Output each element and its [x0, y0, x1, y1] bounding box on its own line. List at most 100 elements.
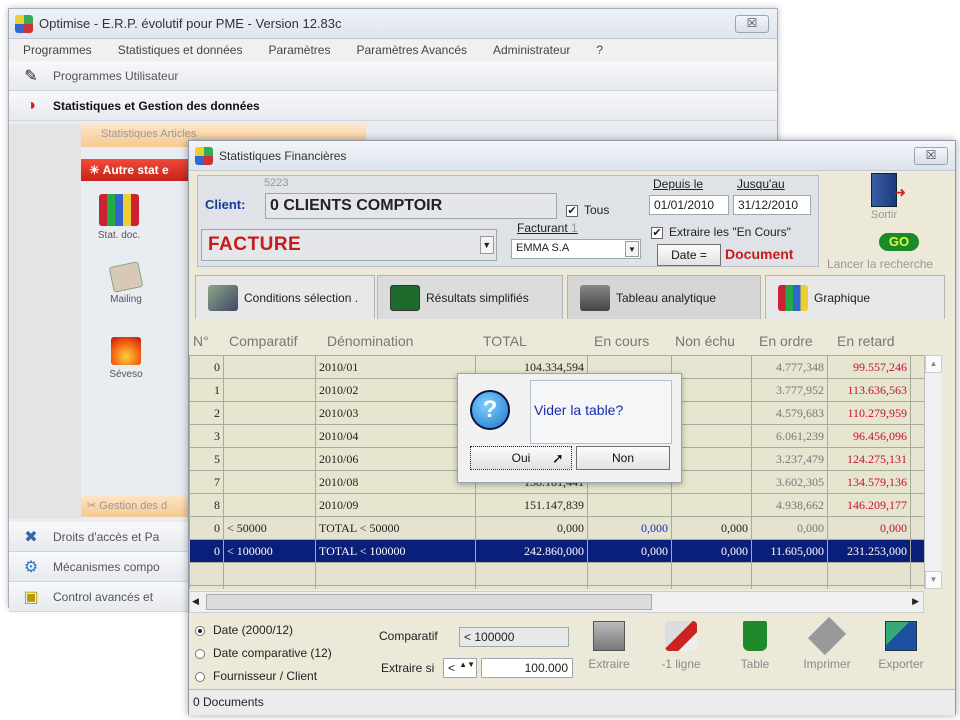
cell-nonechu[interactable]: 0,000 — [671, 516, 752, 540]
cell-ordre[interactable]: 3.237,479 — [751, 447, 828, 471]
tool-mailing[interactable]: Mailing — [91, 261, 161, 305]
cell-denom[interactable]: TOTAL < 50000 — [315, 516, 476, 540]
table-row[interactable]: 0 < 100000 TOTAL < 100000 242.860,000 0,000 0… — [189, 539, 924, 563]
dropdown-arrow-icon[interactable]: ▼ — [480, 236, 494, 254]
dialog-close-button[interactable]: ☒ — [914, 147, 948, 165]
col-header-en-ordre[interactable]: En ordre — [759, 333, 813, 349]
cell-nonechu[interactable] — [671, 424, 752, 448]
cell-ordre[interactable]: 11.605,000 — [751, 539, 828, 563]
cell-retard[interactable]: 113.636,563 — [827, 378, 911, 402]
tab-resultats-simplifies[interactable]: Résultats simplifiés — [377, 275, 563, 319]
cell-ordre[interactable]: 0,000 — [751, 516, 828, 540]
cell-nonechu[interactable] — [671, 355, 752, 379]
cell-comp[interactable] — [223, 401, 316, 425]
tool-stat-doc[interactable]: Stat. doc. — [84, 194, 154, 241]
cell-n[interactable]: 3 — [189, 424, 224, 448]
cell-denom[interactable]: 2010/03 — [315, 401, 476, 425]
scroll-thumb[interactable] — [206, 594, 652, 610]
radio-fournisseur-client[interactable]: Fournisseur / Client — [195, 669, 317, 683]
extraire-en-cours-checkbox[interactable]: ✔ Extraire les "En Cours" — [651, 225, 791, 239]
main-close-button[interactable]: ☒ — [735, 15, 769, 33]
facturant-select[interactable]: EMMA S.A ▼ — [511, 239, 641, 259]
dropdown-arrow-icon[interactable]: ▼ — [625, 241, 639, 257]
col-header-total[interactable]: TOTAL — [483, 333, 527, 349]
menu-statistiques[interactable]: Statistiques et données — [118, 43, 243, 57]
cell-ordre[interactable]: 3.602,305 — [751, 470, 828, 494]
col-header-denomination[interactable]: Dénomination — [327, 333, 413, 349]
cell-n[interactable]: 7 — [189, 470, 224, 494]
nav-programmes-utilisateur[interactable]: ✎ Programmes Utilisateur — [9, 61, 777, 91]
imprimer-button[interactable]: Imprimer — [797, 616, 857, 671]
menu-parametres-avances[interactable]: Paramètres Avancés — [356, 43, 467, 57]
cell-total[interactable]: 151.147,839 — [475, 493, 588, 517]
cell-n[interactable]: 0 — [189, 355, 224, 379]
go-button[interactable]: GO — [879, 233, 919, 251]
nav-gestion-donnees[interactable]: ✂ Gestion des d — [81, 495, 199, 517]
cell-nonechu[interactable] — [671, 493, 752, 517]
tab-graphique[interactable]: Graphique — [765, 275, 945, 319]
cell-nonechu[interactable] — [671, 447, 752, 471]
cell-retard[interactable]: 110.279,959 — [827, 401, 911, 425]
cell-comp[interactable] — [223, 424, 316, 448]
cell-ordre[interactable]: 6.061,239 — [751, 424, 828, 448]
nav-droits-acces[interactable]: ✖ Droits d'accès et Pa — [9, 522, 189, 552]
cell-total[interactable]: 242.860,000 — [475, 539, 588, 563]
cell-ordre[interactable]: 3.777,952 — [751, 378, 828, 402]
cell-nonechu[interactable] — [671, 378, 752, 402]
nav-mecanismes[interactable]: ⚙ Mécanismes compo — [9, 552, 189, 582]
cell-retard[interactable]: 0,000 — [827, 516, 911, 540]
cell-n[interactable]: 2 — [189, 401, 224, 425]
col-header-num[interactable]: N° — [193, 333, 209, 349]
col-header-en-cours[interactable]: En cours — [594, 333, 649, 349]
menu-programmes[interactable]: Programmes — [23, 43, 92, 57]
cell-retard[interactable]: 134.579,136 — [827, 470, 911, 494]
cell-retard[interactable]: 124.275,131 — [827, 447, 911, 471]
cell-n[interactable]: 8 — [189, 493, 224, 517]
nav-stats-gestion[interactable]: ◑ Statistiques et Gestion des données — [9, 91, 777, 121]
date-from-field[interactable]: 01/01/2010 — [649, 195, 729, 215]
col-header-comparatif[interactable]: Comparatif — [229, 333, 297, 349]
cell-nonechu[interactable] — [671, 470, 752, 494]
cell-n[interactable]: 5 — [189, 447, 224, 471]
tab-conditions-selection[interactable]: Conditions sélection . — [195, 275, 375, 319]
cell-nonechu[interactable]: 0,000 — [671, 539, 752, 563]
cell-retard[interactable]: 146.209,177 — [827, 493, 911, 517]
comparatif-field[interactable]: < 100000 — [459, 627, 569, 647]
date-to-field[interactable]: 31/12/2010 — [733, 195, 811, 215]
tous-checkbox[interactable]: ✔ Tous — [566, 203, 609, 217]
radio-date[interactable]: Date (2000/12) — [195, 623, 293, 637]
extraire-si-value[interactable]: 100.000 — [481, 658, 573, 678]
menu-parametres[interactable]: Paramètres — [268, 43, 330, 57]
cell-retard[interactable]: 231.253,000 — [827, 539, 911, 563]
extraire-si-operator[interactable]: < ▲▼ — [443, 658, 477, 678]
cell-ordre[interactable]: 4.938,662 — [751, 493, 828, 517]
vertical-scrollbar[interactable]: ▲ ▼ — [924, 355, 942, 589]
cell-total[interactable]: 0,000 — [475, 516, 588, 540]
cell-denom[interactable]: 2010/09 — [315, 493, 476, 517]
col-header-non-echu[interactable]: Non échu — [675, 333, 735, 349]
cell-nonechu[interactable] — [671, 401, 752, 425]
cell-encours[interactable]: 0,000 — [587, 539, 672, 563]
cell-encours[interactable]: 0,000 — [587, 516, 672, 540]
doc-type-select[interactable]: FACTURE ▼ — [201, 229, 497, 261]
minus-one-line-button[interactable]: -1 ligne — [651, 621, 711, 671]
spin-arrows-icon[interactable]: ▲▼ — [459, 660, 475, 669]
col-header-en-retard[interactable]: En retard — [837, 333, 895, 349]
cell-comp[interactable] — [223, 493, 316, 517]
client-name-field[interactable]: 0 CLIENTS COMPTOIR — [265, 193, 557, 219]
scroll-left-icon[interactable]: ◀ — [192, 596, 199, 607]
cell-encours[interactable] — [587, 493, 672, 517]
cell-n[interactable]: 0 — [189, 516, 224, 540]
extraire-button[interactable]: Extraire — [579, 621, 639, 671]
table-clear-button[interactable]: Table — [725, 621, 785, 671]
cell-ordre[interactable]: 4.777,348 — [751, 355, 828, 379]
cell-comp[interactable] — [223, 355, 316, 379]
cell-retard[interactable]: 96.456,096 — [827, 424, 911, 448]
cell-denom[interactable]: 2010/08 — [315, 470, 476, 494]
scroll-up-icon[interactable]: ▲ — [925, 355, 942, 373]
cell-denom[interactable]: 2010/04 — [315, 424, 476, 448]
cell-denom[interactable]: TOTAL < 100000 — [315, 539, 476, 563]
tab-tableau-analytique[interactable]: Tableau analytique — [567, 275, 761, 319]
cell-denom[interactable]: 2010/02 — [315, 378, 476, 402]
scroll-right-icon[interactable]: ▶ — [912, 596, 919, 607]
